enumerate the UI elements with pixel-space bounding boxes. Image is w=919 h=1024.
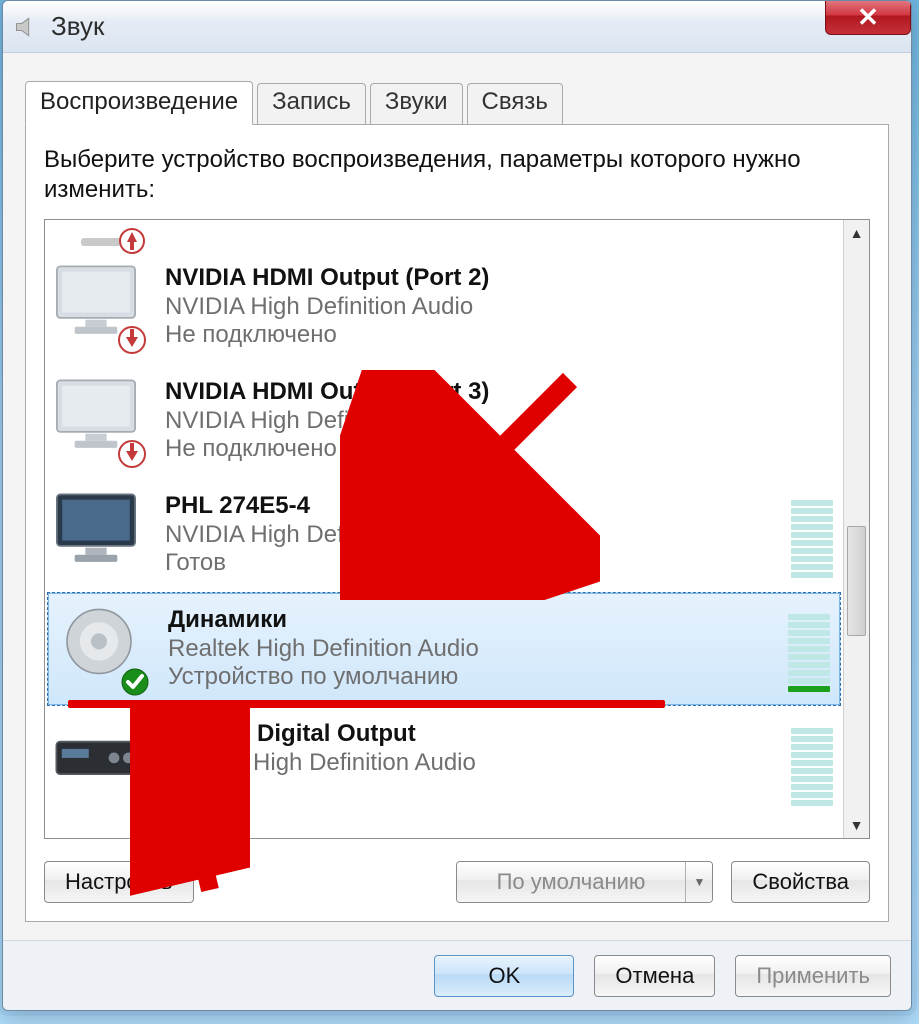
panel-button-row: Настроить По умолчанию ▼ Свойства xyxy=(44,861,870,903)
sound-dialog: Звук ✕ Воспроизведение Запись Звуки Связ… xyxy=(2,0,912,1011)
title-bar[interactable]: Звук ✕ xyxy=(3,1,911,53)
cancel-label: Отмена xyxy=(615,963,694,989)
device-row[interactable]: NVIDIA HDMI Output (Port 3) NVIDIA High … xyxy=(45,364,843,478)
device-name: Динамики xyxy=(168,606,778,635)
scrollbar[interactable]: ▲ ▼ xyxy=(843,220,869,838)
device-name: Realtek Digital Output xyxy=(165,720,781,749)
close-icon: ✕ xyxy=(857,2,879,33)
apply-button[interactable]: Применить xyxy=(735,955,891,997)
configure-label: Настроить xyxy=(65,869,173,895)
close-button[interactable]: ✕ xyxy=(825,0,911,35)
device-provider: NVIDIA High Definition Audio xyxy=(165,293,833,322)
disconnected-badge-icon xyxy=(117,325,147,355)
dialog-button-row: OK Отмена Применить xyxy=(3,940,911,1010)
tab-communications[interactable]: Связь xyxy=(467,83,563,124)
default-device-check-icon xyxy=(120,667,150,697)
ok-button[interactable]: OK xyxy=(434,955,574,997)
tab-panel-playback: Выберите устройство воспроизведения, пар… xyxy=(25,124,889,922)
monitor-on-icon xyxy=(51,489,151,581)
device-row-partial[interactable] xyxy=(45,220,843,250)
speaker-icon xyxy=(54,603,154,695)
scroll-down-button[interactable]: ▼ xyxy=(844,812,869,838)
device-name: PHL 274E5-4 xyxy=(165,492,781,521)
scroll-thumb[interactable] xyxy=(847,526,866,636)
apply-label: Применить xyxy=(756,963,870,989)
properties-label: Свойства xyxy=(752,869,849,895)
disconnected-badge-icon xyxy=(117,439,147,469)
tab-recording[interactable]: Запись xyxy=(257,83,366,124)
monitor-icon xyxy=(51,261,151,353)
device-provider: NVIDIA High Definition Audio xyxy=(165,407,833,436)
device-status: Не подключено xyxy=(165,435,833,464)
device-provider: Realtek High Definition Audio xyxy=(168,635,778,664)
device-status: Не подключено xyxy=(165,321,833,350)
ok-label: OK xyxy=(488,963,520,989)
device-status: Готов xyxy=(165,777,781,806)
monitor-icon xyxy=(51,375,151,467)
device-row[interactable]: PHL 274E5-4 NVIDIA High Definition Audio… xyxy=(45,478,843,592)
tab-strip: Воспроизведение Запись Звуки Связь xyxy=(25,79,889,124)
device-name: NVIDIA HDMI Output (Port 3) xyxy=(165,378,833,407)
scroll-track[interactable] xyxy=(844,246,869,812)
device-status: Готов xyxy=(165,549,781,578)
device-status: Устройство по умолчанию xyxy=(168,663,778,692)
chevron-down-icon[interactable]: ▼ xyxy=(686,862,712,902)
device-provider: NVIDIA High Definition Audio xyxy=(165,521,781,550)
configure-button[interactable]: Настроить xyxy=(44,861,194,903)
device-list[interactable]: NVIDIA HDMI Output (Port 2) NVIDIA High … xyxy=(45,220,843,838)
level-meter xyxy=(791,492,833,578)
device-list-container: NVIDIA HDMI Output (Port 2) NVIDIA High … xyxy=(44,219,870,839)
window-title: Звук xyxy=(51,11,104,42)
properties-button[interactable]: Свойства xyxy=(731,861,870,903)
device-row[interactable]: NVIDIA HDMI Output (Port 2) NVIDIA High … xyxy=(45,250,843,364)
set-default-label[interactable]: По умолчанию xyxy=(457,862,687,902)
level-meter xyxy=(791,720,833,806)
device-row-selected[interactable]: Динамики Realtek High Definition Audio У… xyxy=(47,592,841,706)
client-area: Воспроизведение Запись Звуки Связь Выбер… xyxy=(3,53,911,940)
set-default-split-button[interactable]: По умолчанию ▼ xyxy=(456,861,714,903)
level-meter xyxy=(788,606,830,692)
annotation-underline xyxy=(68,700,665,708)
device-name: NVIDIA HDMI Output (Port 2) xyxy=(165,264,833,293)
device-row[interactable]: Realtek Digital Output Realtek High Defi… xyxy=(45,706,843,820)
instruction-text: Выберите устройство воспроизведения, пар… xyxy=(44,145,870,205)
cancel-button[interactable]: Отмена xyxy=(594,955,715,997)
tab-playback[interactable]: Воспроизведение xyxy=(25,81,253,125)
device-provider: Realtek High Definition Audio xyxy=(165,749,781,778)
tab-sounds[interactable]: Звуки xyxy=(370,83,463,124)
receiver-icon xyxy=(51,717,151,809)
scroll-up-button[interactable]: ▲ xyxy=(844,220,869,246)
sound-icon xyxy=(13,13,41,41)
